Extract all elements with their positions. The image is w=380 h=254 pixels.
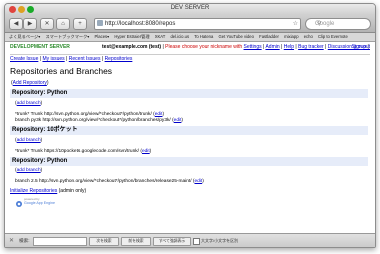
add-branch-link[interactable]: add branch — [17, 138, 41, 143]
branch-text: *trunk* Trunk https://10pockets.googleco… — [15, 149, 139, 154]
home-button[interactable]: ⌂ — [56, 18, 70, 30]
search-icon: ⚲ — [317, 21, 322, 27]
match-case-label: 大文字/小文字を区別 — [201, 238, 239, 243]
branch-row: *trunk* Trunk http://svn.python.org/view… — [15, 112, 165, 117]
address-bar[interactable]: http://localhost:8080/repos ☆ — [94, 18, 301, 30]
forward-button[interactable]: ▶ — [23, 18, 37, 30]
branch-row: *trunk* Trunk https://10pockets.googleco… — [15, 149, 152, 154]
bug-tracker-link[interactable]: Bug tracker — [298, 44, 324, 50]
bookmark-item[interactable]: Clip to Evernote — [318, 34, 348, 39]
bookmark-item[interactable]: よく見るページ▾ — [9, 34, 40, 39]
admin-only-note: (admin only) — [58, 188, 87, 194]
add-branch-link[interactable]: add branch — [17, 168, 41, 173]
find-label: 検索: — [19, 238, 30, 243]
page-title: Repositories and Branches — [10, 66, 113, 76]
find-bar: ✕ 検索: 次を検索 前を検索 すべて強調表示 大文字/小文字を区別 — [5, 233, 375, 247]
back-button[interactable]: ◀ — [9, 18, 23, 30]
my-issues-link[interactable]: My issues — [42, 56, 64, 62]
repo-header: Repository: Python — [10, 89, 368, 98]
bookmark-item[interactable]: Places▾ — [95, 34, 110, 39]
add-branch-wrapper: (add branch) — [15, 101, 43, 106]
bookmark-item[interactable]: del.icio.us — [170, 34, 189, 39]
edit-branch-link[interactable]: edit — [142, 149, 150, 154]
bookmark-item[interactable]: To Hatena — [194, 34, 213, 39]
edit-branch-link[interactable]: edit — [155, 112, 163, 117]
site-header: DEVELOPMENT SERVER test@example.com (tes… — [10, 44, 370, 55]
window-title: DEV SERVER — [170, 5, 210, 11]
add-branch-link[interactable]: add branch — [17, 101, 41, 106]
help-link[interactable]: Help — [284, 44, 294, 50]
branch-row: branch py3k http://svn.python.org/view/*… — [15, 118, 184, 123]
create-issue-link[interactable]: Create Issue — [10, 56, 38, 62]
url-text: http://localhost:8080/repos — [105, 21, 176, 27]
find-next-button[interactable]: 次を検索 — [89, 237, 119, 246]
edit-branch-link[interactable]: edit — [174, 118, 182, 123]
title-bar: DEV SERVER — [5, 4, 375, 15]
settings-link[interactable]: Settings — [244, 44, 262, 50]
browser-window: DEV SERVER ◀ ▶ ✕ ⌂ + http://localhost:80… — [4, 3, 376, 248]
nav-links: Create Issue | My issues | Recent Issues… — [10, 56, 133, 62]
highlight-all-button[interactable]: すべて強調表示 — [153, 237, 191, 246]
favicon-icon — [97, 20, 103, 26]
user-info: test@example.com (test) | Please choose … — [102, 44, 369, 50]
bookmarks-bar: よく見るページ▾ スマートブックマーク▾ Places▾ Hyper Estra… — [5, 33, 375, 42]
bookmark-item[interactable]: Fastladder — [259, 34, 279, 39]
bookmark-item[interactable]: mixiapp — [284, 34, 298, 39]
add-branch-wrapper: (add branch) — [15, 138, 43, 143]
recent-issues-link[interactable]: Recent Issues — [69, 56, 101, 62]
add-bookmark-button[interactable]: + — [73, 18, 87, 30]
branch-text: branch 2.5 http://svn.python.org/view/*c… — [15, 179, 192, 184]
match-case-checkbox[interactable] — [193, 238, 200, 245]
initialize-repositories-link[interactable]: Initialize Repositories — [10, 188, 57, 194]
repositories-link[interactable]: Repositories — [105, 56, 133, 62]
bookmark-item[interactable]: スマートブックマーク▾ — [46, 34, 90, 39]
find-input[interactable] — [33, 237, 87, 246]
browser-toolbar: ◀ ▶ ✕ ⌂ + http://localhost:8080/repos ☆ … — [5, 15, 375, 33]
branch-row: branch 2.5 http://svn.python.org/view/*c… — [15, 179, 204, 184]
stop-reload-button[interactable]: ✕ — [40, 18, 54, 30]
add-repository-link[interactable]: Add Repository — [13, 80, 47, 86]
admin-link[interactable]: Admin — [265, 44, 279, 50]
bookmark-star-icon[interactable]: ☆ — [293, 19, 298, 29]
bookmark-item[interactable]: Hyper Estraier管理 — [114, 34, 149, 39]
bookmark-item[interactable]: echo — [304, 34, 313, 39]
search-box[interactable]: ⚲ Google — [305, 18, 371, 30]
repo-header: Repository: 10ポケット — [10, 126, 368, 135]
bookmark-item[interactable]: Get YouTube video — [219, 34, 254, 39]
find-prev-button[interactable]: 前を検索 — [121, 237, 151, 246]
bookmark-item[interactable]: XKAT — [155, 34, 166, 39]
page-content: DEVELOPMENT SERVER test@example.com (tes… — [5, 42, 375, 233]
branch-text: branch py3k http://svn.python.org/view/*… — [15, 118, 171, 123]
close-find-bar-icon[interactable]: ✕ — [9, 234, 14, 247]
add-branch-wrapper: (add branch) — [15, 168, 43, 173]
nickname-message: Please choose your nickname with — [165, 44, 243, 50]
repo-header: Repository: Python — [10, 157, 368, 166]
initialize-wrapper: Initialize Repositories (admin only) — [10, 188, 86, 194]
sign-out-link[interactable]: Sign out — [352, 44, 370, 51]
edit-branch-link[interactable]: edit — [194, 179, 202, 184]
site-name: DEVELOPMENT SERVER — [10, 44, 70, 50]
branch-text: *trunk* Trunk http://svn.python.org/view… — [15, 112, 152, 117]
app-engine-badge[interactable]: powered by Google App Engine — [15, 197, 55, 207]
user-email: test@example.com (test) — [102, 44, 162, 50]
add-repository-wrapper: (Add Repository) — [11, 80, 49, 86]
app-engine-text: Google App Engine — [24, 201, 55, 205]
